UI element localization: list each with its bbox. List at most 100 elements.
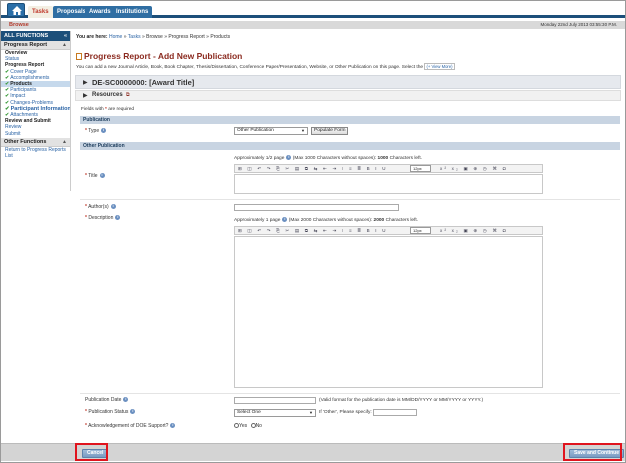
editor-toolbar-icons-2[interactable]: x² x₂ ▣ ⊕ ◷ ⌘ Ω [440, 166, 508, 172]
main-content: You are here: Home » Tasks » Browse » Pr… [75, 31, 623, 460]
type-select[interactable]: Other Publication ▼ [234, 127, 308, 135]
info-icon[interactable]: i [115, 215, 121, 221]
status-label: * Publication Status i [85, 409, 136, 415]
sidebar-item-label: Cover Page [10, 68, 37, 75]
title-char-count: 1000 [377, 155, 389, 161]
populate-form-button[interactable]: Populate Form [311, 127, 349, 135]
datetime: Monday 22nd July 2013 03:55:30 P.M. [540, 22, 617, 27]
home-icon [12, 6, 22, 15]
award-panel[interactable]: ▶ DE-SC0000000: [Award Title] [75, 75, 621, 89]
title-hint-text: Approximately 1/2 page [234, 155, 285, 161]
divider [80, 393, 620, 394]
resources-label: Resources [92, 92, 123, 98]
sidebar-item-label: Changes-Problems [10, 99, 54, 106]
sidebar-section-other-functions[interactable]: Other Functions ▲ [1, 137, 70, 147]
breadcrumb-prefix: You are here: [76, 34, 108, 40]
info-icon[interactable]: i [99, 173, 105, 179]
info-icon[interactable]: i [286, 155, 292, 160]
tab-institutions[interactable]: Institutions [112, 6, 153, 18]
sidebar-item-label: Overview [5, 50, 28, 56]
title-label-text: Title [88, 173, 98, 179]
breadcrumb-item: Browse [146, 34, 163, 40]
status-other-label: If 'Other', Please specify: [319, 410, 372, 415]
editor-toolbar-icons-2[interactable]: x² x₂ ▣ ⊕ ◷ ⌘ Ω [440, 228, 508, 234]
sidebar-header-label: ALL FUNCTIONS [4, 33, 49, 39]
title-label: * Title i [85, 173, 105, 179]
sidebar-item-submit[interactable]: Submit [1, 131, 70, 137]
pubdate-input[interactable] [234, 397, 316, 404]
required-star-icon: * [105, 107, 107, 112]
sidebar-section-label: Progress Report [4, 42, 48, 48]
checkmark-icon: ✔ [5, 105, 10, 112]
page-title: Progress Report - Add New Publication [76, 51, 242, 61]
subnav-browse[interactable]: Browse [9, 21, 29, 29]
home-button[interactable] [7, 3, 25, 17]
status-select[interactable]: Select One ▼ [234, 409, 316, 417]
breadcrumb-item[interactable]: Home [109, 34, 122, 40]
expand-icon[interactable]: ▶ [83, 92, 88, 99]
description-editor[interactable] [234, 236, 543, 388]
info-icon[interactable]: i [101, 128, 107, 134]
authors-input[interactable] [234, 204, 399, 211]
sidebar-item-label: Impact [10, 93, 26, 100]
type-label-text: Type [88, 128, 100, 134]
required-note-post: are required [108, 107, 135, 112]
sidebar-section-progress-report[interactable]: Progress Report ▲ [1, 41, 70, 50]
font-size-select[interactable]: 12px [410, 165, 431, 172]
info-icon[interactable]: i [130, 409, 136, 415]
sidebar-item-label: Participants [10, 87, 37, 94]
status-other-input[interactable] [373, 409, 417, 416]
sidebar-item-label: Submit [5, 130, 21, 137]
required-star-icon: * [85, 423, 87, 429]
editor-toolbar-icons[interactable]: ⊞ ◫ ↶ ↷ ⎘ ✂ ▤ ⧉ ⇆ ⇤ ⇥ ⁝ ≡ ≣ B I U [238, 166, 388, 172]
section-other-publication: Other Publication [80, 142, 620, 150]
title-editor[interactable] [234, 174, 543, 194]
sidebar-item-label: Progress Report [5, 62, 45, 69]
font-size-select[interactable]: 12px [410, 227, 431, 234]
sidebar-section-label: Other Functions [4, 138, 47, 145]
checkmark-icon: ✔ [5, 99, 10, 106]
document-icon [76, 53, 82, 60]
sidebar-header: ALL FUNCTIONS « [1, 31, 70, 41]
breadcrumb-item: Products [210, 34, 231, 40]
info-icon[interactable]: i [282, 217, 288, 222]
doe-radios: Yes No [234, 423, 262, 429]
chevron-up-icon[interactable]: ▲ [62, 138, 67, 147]
breadcrumb-item[interactable]: Tasks [128, 34, 141, 40]
description-label-text: Description [88, 215, 114, 221]
checkmark-icon: ✔ [5, 112, 10, 119]
collapse-icon[interactable]: « [64, 31, 67, 41]
cancel-highlight [75, 443, 108, 461]
info-icon[interactable]: i [170, 423, 176, 429]
description-char-count: 2000 [373, 217, 385, 223]
description-editor-toolbar: ⊞ ◫ ↶ ↷ ⎘ ✂ ▤ ⧉ ⇆ ⇤ ⇥ ⁝ ≡ ≣ B I U 12px x… [234, 226, 543, 235]
required-star-icon: * [85, 173, 87, 179]
tab-awards[interactable]: Awards [85, 6, 115, 18]
type-select-value: Other Publication [237, 128, 274, 133]
pubdate-label-text: Publication Date [85, 397, 122, 403]
sidebar-item-label: Accomplishments [10, 74, 50, 81]
editor-toolbar-icons[interactable]: ⊞ ◫ ↶ ↷ ⎘ ✂ ▤ ⧉ ⇆ ⇤ ⇥ ⁝ ≡ ≣ B I U [238, 228, 388, 234]
font-size-value: 12px [413, 166, 422, 171]
chevron-up-icon[interactable]: ▲ [62, 41, 67, 50]
doe-label: * Acknowledgement of DOE Support? i [85, 423, 176, 429]
save-highlight [563, 443, 622, 461]
sidebar-items-progress: Overview Status Progress Report ✔Cover Page… [1, 50, 70, 137]
sidebar-item-label: List [5, 153, 13, 160]
tab-tasks[interactable]: Tasks [28, 6, 53, 18]
description-hint: Approximately 1 page i (Max 2000 Characte… [234, 217, 418, 223]
external-link-icon[interactable]: ⧉ [126, 92, 130, 98]
no-label: No [255, 423, 262, 429]
required-star-icon: * [85, 409, 87, 415]
sidebar-item-list[interactable]: List [1, 153, 70, 159]
resources-panel[interactable]: ▶ Resources ⧉ [75, 90, 621, 101]
info-icon[interactable]: i [123, 397, 129, 403]
required-note-pre: Fields with [81, 107, 104, 112]
expand-icon[interactable]: ▶ [83, 79, 88, 86]
description-hint-max: (Max 2000 Characters without spaces): [288, 217, 373, 223]
sidebar-item-label: Review [5, 124, 22, 131]
required-star-icon: * [85, 204, 87, 210]
checkmark-icon: ✔ [5, 68, 10, 75]
info-icon[interactable]: i [110, 204, 116, 210]
view-more-link[interactable]: (+ View More) [424, 63, 455, 70]
